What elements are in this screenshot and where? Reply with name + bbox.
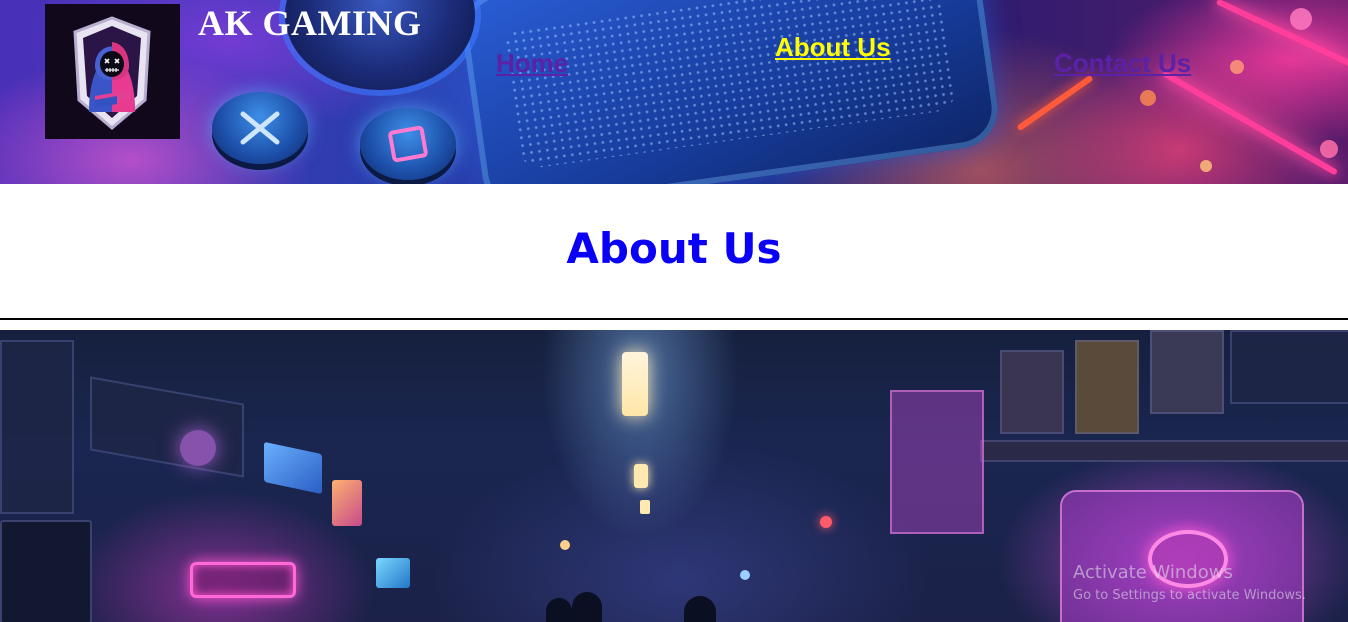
brand-logo[interactable] bbox=[45, 4, 180, 139]
wall-shelf bbox=[0, 340, 74, 514]
neon-glow-line bbox=[1016, 74, 1094, 132]
neon-sign bbox=[190, 562, 296, 598]
wall-frame bbox=[1000, 350, 1064, 434]
neon-light bbox=[180, 430, 216, 466]
bokeh-light bbox=[1290, 8, 1312, 30]
person-silhouette bbox=[572, 592, 602, 622]
monitor-screen bbox=[376, 558, 410, 588]
neon-light bbox=[560, 540, 570, 550]
hooded-gamer-logo-icon bbox=[73, 16, 151, 130]
wall-frame bbox=[1230, 330, 1348, 404]
bokeh-light bbox=[1320, 140, 1338, 158]
person-silhouette bbox=[684, 596, 716, 622]
ceiling-light bbox=[634, 464, 648, 488]
page-title: About Us bbox=[566, 224, 782, 273]
bokeh-light bbox=[1230, 60, 1244, 74]
wall-shelf bbox=[980, 440, 1348, 462]
watermark-subtitle: Go to Settings to activate Windows. bbox=[1073, 588, 1306, 603]
neon-light bbox=[820, 516, 832, 528]
wall-frame bbox=[1150, 330, 1224, 414]
neon-glow-line bbox=[1161, 70, 1339, 176]
monitor-screen bbox=[0, 520, 92, 622]
square-icon bbox=[360, 108, 456, 180]
bokeh-light bbox=[1200, 160, 1212, 172]
person-silhouette bbox=[546, 598, 572, 622]
controller-touchpad bbox=[457, 0, 1003, 184]
watermark-title: Activate Windows bbox=[1073, 562, 1233, 583]
neon-light bbox=[740, 570, 750, 580]
neon-cabinet bbox=[890, 390, 984, 534]
wall-frame bbox=[1075, 340, 1139, 434]
monitor-screen bbox=[264, 441, 322, 495]
bokeh-light bbox=[1140, 90, 1156, 106]
activation-watermark: Activate Windows Go to Settings to activ… bbox=[1073, 562, 1306, 603]
section-divider bbox=[0, 318, 1348, 320]
ceiling-light bbox=[640, 500, 650, 514]
nav-link-about[interactable]: About Us bbox=[775, 32, 891, 63]
monitor-screen bbox=[332, 480, 362, 526]
controller-cross-button bbox=[212, 92, 308, 164]
nav-link-contact[interactable]: Contact Us bbox=[1054, 48, 1191, 79]
neon-glow-line bbox=[1215, 0, 1348, 68]
cross-icon bbox=[212, 92, 308, 164]
controller-square-button bbox=[360, 108, 456, 180]
nav-link-home[interactable]: Home bbox=[496, 48, 568, 79]
brand-title: AK GAMING bbox=[198, 3, 422, 43]
wall-shelf bbox=[90, 376, 244, 478]
header-banner: AK GAMING Home About Us Contact Us bbox=[0, 0, 1348, 184]
ceiling-light bbox=[622, 352, 648, 416]
